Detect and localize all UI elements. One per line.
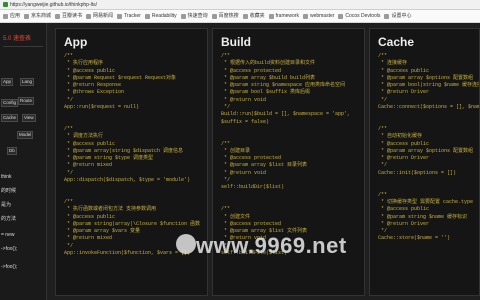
panel-title: Cache	[378, 35, 415, 49]
bookmark-item[interactable]: 网易新闻	[86, 10, 113, 22]
sidebar-text: 的时候	[1, 188, 17, 194]
code-block: /** * 根据传入的build资料创建目录和文件 * @access prot…	[221, 53, 351, 257]
bookmark-label: 设置中心	[391, 12, 412, 19]
watermark: www.9969.net	[196, 233, 347, 258]
sidebar-text: think	[1, 174, 12, 180]
sidebar-chip[interactable]: Route	[18, 97, 35, 105]
bookmark-label: framework	[275, 12, 299, 19]
favicon-icon	[86, 13, 92, 19]
favicon-icon	[268, 13, 274, 19]
sidebar-chip[interactable]: Db	[7, 147, 17, 155]
bookmark-label: 收藏夹	[249, 12, 265, 19]
favicon-icon	[242, 13, 248, 19]
favicon-icon	[211, 13, 217, 19]
panel-title: App	[64, 35, 88, 49]
bookmark-item[interactable]: 应用	[3, 10, 20, 22]
bookmarks-bar: 应用 京东商城 豆瓣读书 网易新闻 Tracker Readability 快速查询 百度热搜…	[0, 10, 480, 23]
sidebar-text: = new	[1, 232, 15, 238]
sidebar-chip[interactable]: App	[1, 78, 14, 86]
divider	[3, 46, 43, 47]
sidebar-text: ->foo();	[1, 264, 18, 270]
favicon-icon	[384, 13, 390, 19]
sidebar-chip[interactable]: Lang	[20, 78, 35, 86]
favicon-icon	[55, 13, 61, 19]
url-text: https://yangweijie.github.io/thinkphp-lt…	[10, 2, 97, 8]
bookmark-item[interactable]: Tracker	[117, 10, 141, 22]
panel-title: Build	[221, 35, 251, 49]
bookmark-label: 京东商城	[31, 12, 52, 19]
bookmark-item[interactable]: 快速查询	[180, 10, 208, 22]
bookmark-label: 应用	[10, 12, 21, 19]
bookmark-label: Cocos Devtools	[345, 12, 381, 19]
bookmark-label: 豆瓣读书	[62, 12, 83, 19]
bookmark-item[interactable]: 收藏夹	[242, 10, 265, 22]
sidebar-text: ->foo();	[1, 246, 18, 252]
bookmark-item[interactable]: 设置中心	[384, 10, 411, 22]
code-block: /** * 连接缓存 * @access public * @param arr…	[378, 53, 480, 242]
sidebar-text: 的方法	[1, 216, 17, 222]
lock-icon	[3, 2, 8, 8]
bookmark-item[interactable]: webmaster	[302, 10, 335, 22]
panel-cache: Cache /** * 连接缓存 * @access public * @par…	[369, 28, 480, 296]
favicon-icon	[180, 13, 186, 19]
sidebar-chip[interactable]: Model	[17, 131, 34, 139]
watermark-logo-icon	[176, 234, 196, 254]
favicon-icon	[144, 13, 150, 19]
code-block: /** * 执行应用程序 * @access public * @param R…	[64, 53, 201, 257]
bookmark-item[interactable]: 百度热搜	[211, 10, 239, 22]
favicon-icon	[302, 13, 308, 19]
bookmark-label: webmaster	[309, 12, 335, 19]
favicon-icon	[338, 13, 344, 19]
sidebar-chip[interactable]: View	[22, 114, 36, 122]
bookmark-item[interactable]: 豆瓣读书	[55, 10, 82, 22]
bookmark-label: 快速查询	[187, 12, 208, 19]
bookmark-label: 百度热搜	[218, 12, 239, 19]
favicon-icon	[117, 13, 123, 19]
sidebar-chip[interactable]: Config	[1, 99, 19, 107]
bookmark-item[interactable]: framework	[268, 10, 299, 22]
bookmark-label: Tracker	[124, 12, 141, 19]
bookmark-item[interactable]: Readability	[144, 10, 177, 22]
address-bar[interactable]: https://yangweijie.github.io/thinkphp-lt…	[0, 0, 480, 10]
sidebar: 5.0 速查表 App Lang Config Route Cache View Model…	[0, 23, 47, 300]
sidebar-text: 是为	[1, 202, 12, 208]
panel-app: App /** * 执行应用程序 * @access public * @par…	[55, 28, 208, 296]
bookmark-item[interactable]: Cocos Devtools	[338, 10, 380, 22]
bookmark-item[interactable]: 京东商城	[24, 10, 51, 22]
bookmark-label: 网易新闻	[93, 12, 114, 19]
sidebar-chip[interactable]: Cache	[1, 114, 19, 122]
sidebar-title: 5.0 速查表	[3, 36, 32, 42]
favicon-icon	[3, 13, 8, 19]
bookmark-label: Readability	[151, 12, 177, 19]
favicon-icon	[24, 13, 30, 19]
